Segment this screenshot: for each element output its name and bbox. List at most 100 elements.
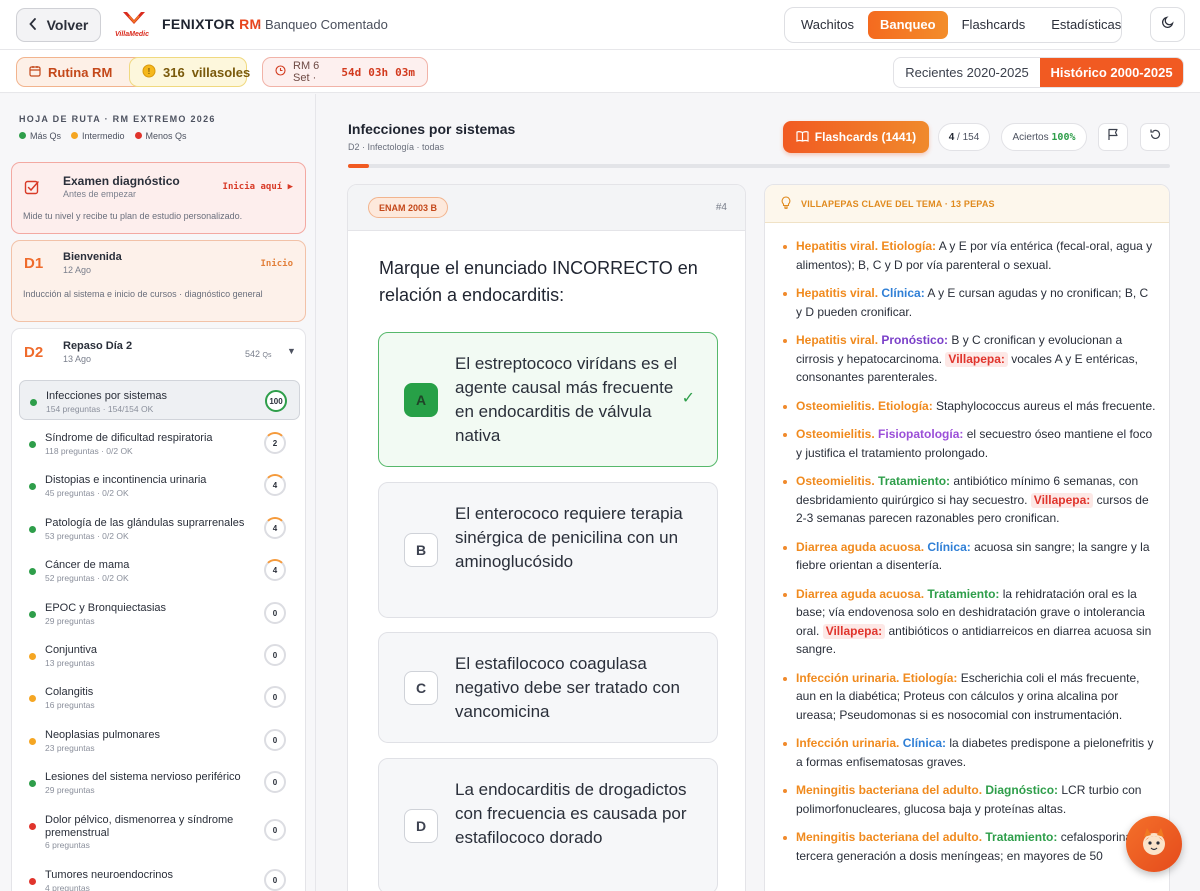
diagnostic-exam-card[interactable]: Examen diagnóstico Antes de empezar Inic… — [11, 162, 306, 234]
pepa-aspect: Clínica: — [902, 736, 947, 750]
day-1-card[interactable]: D1 Bienvenida 12 Ago Inicio Inducción al… — [11, 240, 306, 322]
collapse-caret-icon[interactable]: ▼ — [287, 346, 296, 356]
topic-meta: 16 preguntas — [45, 700, 95, 710]
back-button[interactable]: Volver — [16, 8, 101, 42]
option-letter: A — [404, 383, 438, 417]
topic-name: Dolor pélvico, dismenorrea y síndrome pr… — [45, 814, 234, 839]
option-d[interactable]: D La endocarditis de drogadictos con fre… — [378, 758, 718, 891]
topic-item[interactable]: Cáncer de mama 52 preguntas · 0/2 OK 4 — [19, 550, 300, 590]
secondary-bar: Rutina RM ! 316 villasoles RM 6 Set · 54… — [0, 50, 1200, 93]
exam-title: Examen diagnóstico — [63, 174, 180, 188]
day-number: D1 — [24, 255, 44, 272]
sidebar-title: HOJA DE RUTA · RM EXTREMO 2026 — [19, 114, 216, 124]
flashcards-button[interactable]: Flashcards (1441) — [783, 121, 929, 153]
topic-item[interactable]: Neoplasias pulmonares 23 preguntas 0 — [19, 720, 300, 760]
topic-meta: 13 preguntas — [45, 658, 95, 668]
reset-button[interactable] — [1140, 123, 1170, 151]
back-label: Volver — [46, 17, 89, 33]
status-dot — [29, 653, 36, 660]
option-c[interactable]: C El estafilococo coagulasa negativo deb… — [378, 632, 718, 743]
correct-check-icon: ✓ — [681, 390, 695, 407]
day-title: Repaso Día 2 — [63, 340, 133, 352]
topic-name: Colangitis — [45, 686, 94, 698]
villapepa-item: Osteomielitis. Etiología: Staphylococcus… — [781, 397, 1156, 416]
pepa-topic: Hepatitis viral. — [796, 286, 882, 300]
range-recent-button[interactable]: Recientes 2020-2025 — [894, 58, 1040, 87]
pepa-text: Staphylococcus aureus el más frecuente. — [932, 398, 1156, 413]
rutina-button[interactable]: Rutina RM — [16, 57, 144, 87]
chevron-left-icon — [28, 17, 37, 33]
topic-meta: 118 preguntas · 0/2 OK — [45, 446, 133, 456]
villasoles-badge[interactable]: ! 316 villasoles — [129, 57, 250, 87]
legend-dot-amber — [71, 132, 79, 139]
status-dot — [29, 738, 36, 745]
topic-item[interactable]: Síndrome de dificultad respiratoria 118 … — [19, 423, 300, 463]
pepa-topic: Osteomielitis. — [796, 398, 879, 413]
villapepa-badge: Villapepa: — [1030, 492, 1094, 508]
checkbox-icon — [24, 179, 40, 200]
flashcards-label: Flashcards (1441) — [814, 130, 917, 144]
option-a[interactable]: A El estreptococo virídans es el agente … — [378, 332, 718, 467]
legend-label: Menos Qs — [145, 131, 187, 141]
topic-item[interactable]: Tumores neuroendocrinos 4 preguntas 0 — [19, 860, 300, 891]
rutina-label: Rutina RM — [48, 64, 113, 80]
villapepa-item: Osteomielitis. Tratamiento: antibiótico … — [781, 472, 1156, 528]
topic-name: EPOC y Bronquiectasias — [45, 602, 167, 614]
day-1-start-link[interactable]: Inicio — [260, 259, 293, 269]
topic-item[interactable]: Colangitis 16 preguntas 0 — [19, 677, 300, 717]
villapepa-item: Infección urinaria. Clínica: la diabetes… — [781, 734, 1156, 771]
refresh-icon — [1149, 128, 1162, 146]
topic-item[interactable]: Conjuntiva 13 preguntas 0 — [19, 635, 300, 675]
score-ring: 0 — [264, 819, 286, 841]
day-title: Bienvenida — [63, 251, 122, 263]
breadcrumb: · Banqueo Comentado — [257, 17, 388, 32]
score-ring: 4 — [264, 474, 286, 496]
villapepa-item: Meningitis bacteriana del adulto. Tratam… — [781, 828, 1156, 865]
tab-flashcards[interactable]: Flashcards — [950, 11, 1038, 39]
villapepa-item: Hepatitis viral. Pronóstico: B y C croni… — [781, 331, 1156, 387]
score-ring: 4 — [264, 559, 286, 581]
tab-wachitos[interactable]: Wachitos — [789, 11, 866, 39]
mascot-assistant-button[interactable] — [1126, 816, 1182, 872]
report-flag-button[interactable] — [1098, 123, 1128, 151]
topic-item[interactable]: Infecciones por sistemas 154 preguntas ·… — [19, 380, 300, 420]
topic-item[interactable]: Lesiones del sistema nervioso periférico… — [19, 762, 300, 802]
pepa-aspect: Etiología: — [878, 398, 933, 413]
option-text: La endocarditis de drogadictos con frecu… — [455, 780, 687, 847]
topic-subtitle: D2 · Infectología · todas — [348, 142, 445, 152]
brand-main: FENIXTOR — [162, 16, 235, 32]
status-dot — [29, 526, 36, 533]
sidebar-legend: Más Qs Intermedio Menos Qs — [19, 131, 187, 141]
aciertos-value: 100% — [1051, 131, 1076, 143]
legend-item: Intermedio — [71, 131, 125, 141]
aciertos-label: Aciertos — [1012, 131, 1049, 143]
main-nav: Wachitos Banqueo Flashcards Estadísticas — [784, 7, 1122, 43]
tab-banqueo[interactable]: Banqueo — [867, 11, 948, 39]
tab-estadisticas[interactable]: Estadísticas — [1039, 11, 1133, 39]
option-b[interactable]: B El enterococo requiere terapia sinérgi… — [378, 482, 718, 618]
topic-item[interactable]: Distopias e incontinencia urinaria 45 pr… — [19, 465, 300, 505]
exam-start-link[interactable]: Inicia aquí ▶ — [223, 182, 293, 192]
position-current: 4 — [948, 131, 955, 143]
exam-subtitle: Antes de empezar — [63, 189, 137, 199]
day-date: 13 Ago — [63, 354, 92, 364]
calendar-icon — [29, 65, 41, 80]
pepa-aspect: Tratamiento: — [927, 586, 1000, 601]
topic-item[interactable]: Dolor pélvico, dismenorrea y síndrome pr… — [19, 805, 300, 857]
pepa-topic: Infección urinaria. — [796, 670, 903, 685]
topic-meta: 52 preguntas · 0/2 OK — [45, 573, 129, 583]
aciertos-badge: Aciertos 100% — [1001, 123, 1087, 151]
villasoles-count: 316 — [163, 64, 185, 80]
topic-meta: 6 preguntas — [45, 840, 90, 850]
countdown-hours: 03h — [368, 65, 389, 79]
villapepas-list: Hepatitis viral. Etiología: A y E por ví… — [781, 237, 1156, 875]
topic-meta: 45 preguntas · 0/2 OK — [45, 488, 129, 498]
pepa-topic: Osteomielitis. — [796, 427, 879, 441]
range-historic-button[interactable]: Histórico 2000-2025 — [1040, 58, 1183, 87]
theme-toggle-button[interactable] — [1150, 7, 1185, 42]
topic-item[interactable]: Patología de las glándulas suprarrenales… — [19, 508, 300, 548]
score-ring: 0 — [264, 602, 286, 624]
question-position: 4 / 154 — [938, 123, 990, 151]
pepa-topic: Hepatitis viral. — [796, 239, 882, 253]
topic-item[interactable]: EPOC y Bronquiectasias 29 preguntas 0 — [19, 593, 300, 633]
